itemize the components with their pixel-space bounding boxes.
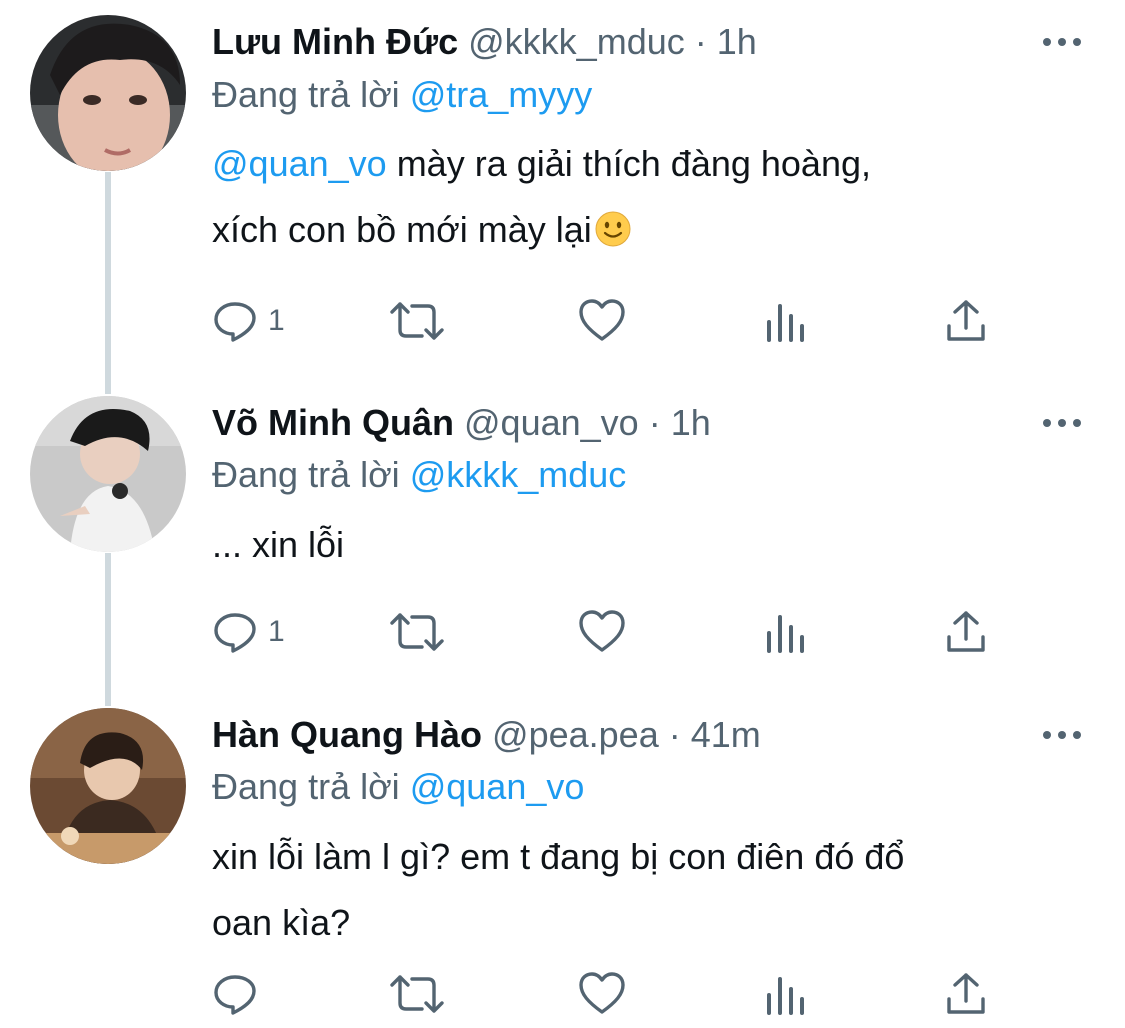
tweet-text-line: ... xin lỗi bbox=[212, 524, 345, 565]
share-icon bbox=[947, 973, 985, 1014]
like-button[interactable] bbox=[578, 970, 626, 1018]
tweet-header: Lưu Minh Đức @kkkk_mduc · 1h bbox=[212, 20, 757, 64]
replying-to-mention[interactable]: @kkkk_mduc bbox=[410, 454, 627, 495]
timestamp[interactable]: 1h bbox=[671, 402, 711, 443]
replying-to-mention[interactable]: @quan_vo bbox=[410, 766, 585, 807]
like-button[interactable] bbox=[578, 608, 626, 656]
retweet-button[interactable] bbox=[388, 970, 446, 1018]
replying-to-label: Đang trả lời bbox=[212, 74, 400, 115]
tweet-text: ... xin lỗi bbox=[212, 512, 1092, 578]
tweet-actions: 1 bbox=[212, 297, 1012, 345]
views-button[interactable] bbox=[764, 970, 808, 1018]
replying-to: Đang trả lời @kkkk_mduc bbox=[212, 453, 626, 497]
avatar[interactable] bbox=[30, 15, 186, 171]
share-icon bbox=[947, 611, 985, 652]
share-icon bbox=[947, 300, 985, 341]
reply-icon bbox=[214, 302, 256, 342]
reply-icon bbox=[214, 613, 256, 653]
tweet-text: xin lỗi làm l gì? em t đang bị con điên … bbox=[212, 824, 1092, 956]
tweet-text-line: mày ra giải thích đàng hoàng, bbox=[386, 143, 871, 184]
replying-to-label: Đang trả lời bbox=[212, 454, 400, 495]
display-name[interactable]: Võ Minh Quân bbox=[212, 402, 454, 443]
timestamp[interactable]: 1h bbox=[717, 21, 757, 62]
views-icon bbox=[767, 304, 804, 342]
text-mention[interactable]: @quan_vo bbox=[212, 143, 387, 184]
replying-to-label: Đang trả lời bbox=[212, 766, 400, 807]
tweet-header: Hàn Quang Hào @pea.pea · 41m bbox=[212, 713, 761, 757]
tweet-header: Võ Minh Quân @quan_vo · 1h bbox=[212, 401, 711, 445]
reply-button[interactable]: 1 bbox=[212, 297, 285, 345]
replying-to: Đang trả lời @quan_vo bbox=[212, 765, 584, 809]
display-name[interactable]: Lưu Minh Đức bbox=[212, 21, 458, 62]
reply-button[interactable]: 1 bbox=[212, 608, 285, 656]
user-handle[interactable]: @kkkk_mduc bbox=[468, 21, 685, 62]
reply-count: 1 bbox=[268, 304, 285, 337]
timestamp[interactable]: 41m bbox=[691, 714, 761, 755]
replying-to: Đang trả lời @tra_myyy bbox=[212, 73, 592, 117]
reply-icon bbox=[214, 975, 256, 1015]
retweet-icon bbox=[390, 975, 444, 1013]
user-handle[interactable]: @pea.pea bbox=[492, 714, 659, 755]
views-icon bbox=[767, 977, 804, 1015]
more-icon[interactable] bbox=[1040, 725, 1084, 745]
retweet-icon bbox=[390, 613, 444, 651]
separator-dot: · bbox=[694, 21, 707, 62]
user-handle[interactable]: @quan_vo bbox=[464, 402, 639, 443]
tweet-text-line: oan kìa? bbox=[212, 902, 351, 943]
views-icon bbox=[767, 615, 804, 653]
share-button[interactable] bbox=[944, 970, 988, 1018]
views-button[interactable] bbox=[764, 608, 808, 656]
share-button[interactable] bbox=[944, 608, 988, 656]
replying-to-mention[interactable]: @tra_myyy bbox=[410, 74, 593, 115]
thread-line bbox=[105, 553, 111, 706]
retweet-icon bbox=[390, 302, 444, 340]
avatar[interactable] bbox=[30, 708, 186, 864]
retweet-button[interactable] bbox=[388, 608, 446, 656]
reply-button[interactable] bbox=[212, 970, 268, 1018]
tweet-text-line: xin lỗi làm l gì? em t đang bị con điên … bbox=[212, 836, 905, 877]
thread-line bbox=[105, 172, 111, 394]
avatar[interactable] bbox=[30, 396, 186, 552]
like-icon bbox=[579, 972, 625, 1014]
reply-count: 1 bbox=[268, 615, 285, 648]
slightly-smiling-face-emoji bbox=[595, 211, 631, 247]
tweet-text: @quan_vo mày ra giải thích đàng hoàng, x… bbox=[212, 131, 1092, 263]
share-button[interactable] bbox=[944, 297, 988, 345]
tweet-actions bbox=[212, 970, 1012, 1018]
tweet-actions: 1 bbox=[212, 608, 1012, 656]
views-button[interactable] bbox=[764, 297, 808, 345]
more-icon[interactable] bbox=[1040, 413, 1084, 433]
like-button[interactable] bbox=[578, 297, 626, 345]
separator-dot: · bbox=[648, 402, 661, 443]
more-icon[interactable] bbox=[1040, 32, 1084, 52]
retweet-button[interactable] bbox=[388, 297, 446, 345]
like-icon bbox=[579, 610, 625, 652]
like-icon bbox=[579, 299, 625, 341]
display-name[interactable]: Hàn Quang Hào bbox=[212, 714, 482, 755]
tweet-text-line: xích con bồ mới mày lại bbox=[212, 209, 592, 250]
separator-dot: · bbox=[668, 714, 681, 755]
